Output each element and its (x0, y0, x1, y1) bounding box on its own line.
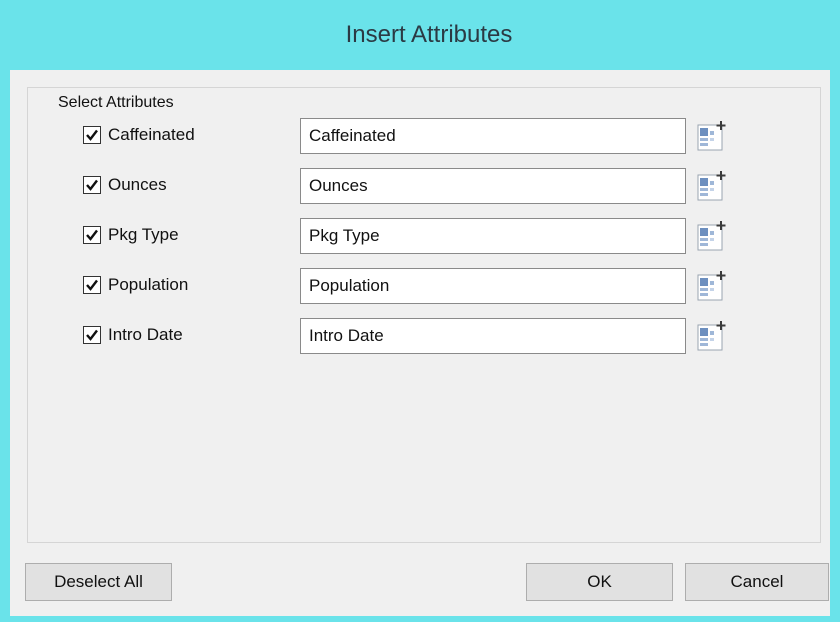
attribute-checkbox[interactable] (83, 276, 101, 294)
cancel-button[interactable]: Cancel (685, 563, 829, 601)
attribute-checkbox-label[interactable]: Ounces (108, 175, 167, 195)
attribute-picker-button[interactable] (693, 168, 729, 204)
attribute-name-field[interactable] (300, 318, 686, 354)
attribute-checkbox[interactable] (83, 176, 101, 194)
checkmark-icon (86, 179, 98, 191)
dialog-title: Insert Attributes (345, 21, 513, 48)
attribute-checkbox-label[interactable]: Caffeinated (108, 125, 195, 145)
attribute-picker-icon (697, 321, 726, 351)
attribute-row: Pkg Type (28, 218, 820, 254)
attribute-checkbox-label[interactable]: Population (108, 275, 188, 295)
attribute-picker-button[interactable] (693, 118, 729, 154)
attribute-checkbox[interactable] (83, 126, 101, 144)
attribute-checkbox[interactable] (83, 326, 101, 344)
checkmark-icon (86, 329, 98, 341)
insert-attributes-dialog: Insert Attributes Select Attributes Caff… (0, 0, 840, 622)
attribute-picker-icon (697, 121, 726, 151)
attribute-row: Caffeinated (28, 118, 820, 154)
attribute-name-field[interactable] (300, 168, 686, 204)
deselect-all-button[interactable]: Deselect All (25, 563, 172, 601)
attribute-row: Ounces (28, 168, 820, 204)
attribute-name-field[interactable] (300, 218, 686, 254)
checkmark-icon (86, 129, 98, 141)
select-attributes-group: Select Attributes Caffeinated Caffeinate… (27, 87, 821, 543)
attribute-checkbox-label[interactable]: Pkg Type (108, 225, 179, 245)
checkmark-icon (86, 279, 98, 291)
attribute-picker-button[interactable] (693, 218, 729, 254)
checkmark-icon (86, 229, 98, 241)
attribute-picker-button[interactable] (693, 318, 729, 354)
attribute-picker-icon (697, 221, 726, 251)
attribute-name-field[interactable] (300, 118, 686, 154)
title-bar[interactable]: Insert Attributes (0, 0, 840, 70)
attribute-checkbox-label[interactable]: Intro Date (108, 325, 183, 345)
dialog-client-area: Select Attributes Caffeinated Caffeinate… (10, 70, 830, 616)
attribute-name-field[interactable] (300, 268, 686, 304)
attribute-picker-button[interactable] (693, 268, 729, 304)
ok-button[interactable]: OK (526, 563, 673, 601)
attribute-picker-icon (697, 171, 726, 201)
attribute-picker-icon (697, 271, 726, 301)
attribute-checkbox[interactable] (83, 226, 101, 244)
group-legend: Select Attributes (52, 94, 180, 112)
attribute-row: Population (28, 268, 820, 304)
attribute-row: Intro Date (28, 318, 820, 354)
